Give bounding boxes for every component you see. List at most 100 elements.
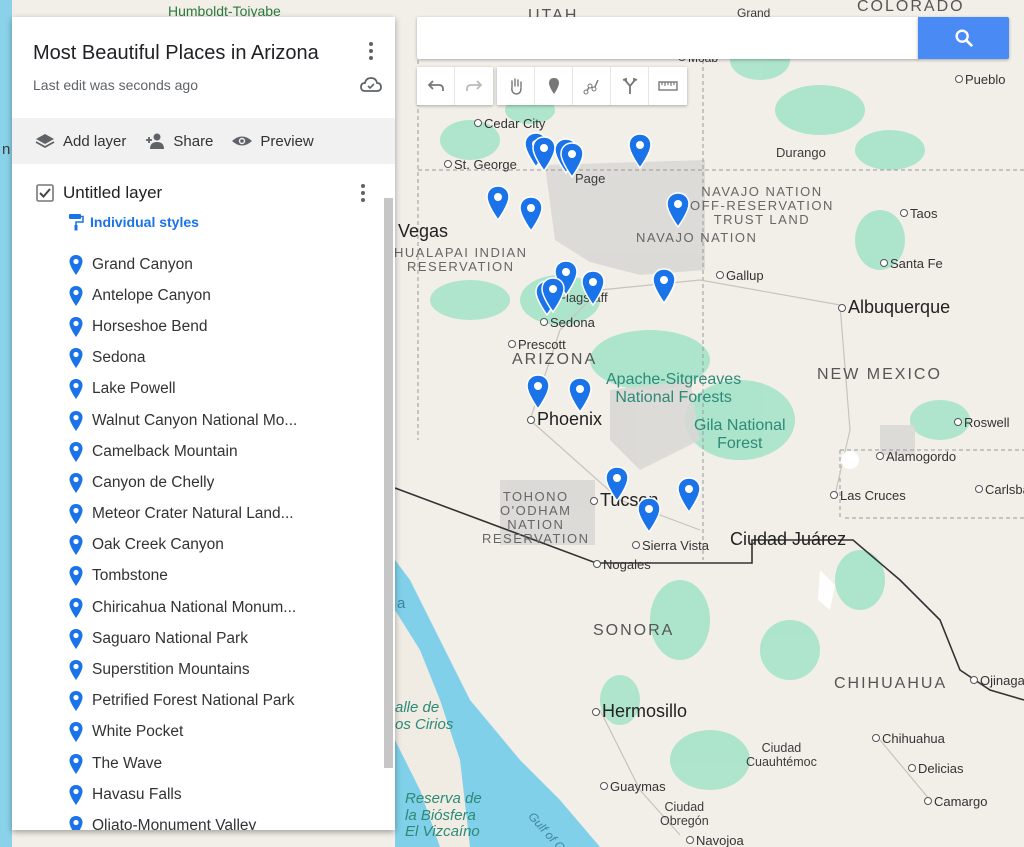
search-input[interactable] bbox=[417, 17, 919, 59]
place-name: Grand Canyon bbox=[92, 255, 193, 273]
undo-icon bbox=[427, 80, 444, 91]
place-name: Sedona bbox=[92, 349, 146, 367]
map-marker-pin[interactable] bbox=[525, 374, 551, 410]
map-marker-pin[interactable] bbox=[567, 377, 593, 413]
map-label-arizona: ARIZONA bbox=[512, 351, 598, 368]
map-label-navojoa: Navojoa bbox=[686, 834, 744, 847]
add-person-icon bbox=[146, 133, 165, 149]
directions-button[interactable] bbox=[611, 67, 649, 105]
map-label-st-george: St. George bbox=[444, 158, 517, 171]
place-list-item[interactable]: White Pocket bbox=[12, 717, 382, 748]
place-list-item[interactable]: Canyon de Chelly bbox=[12, 467, 382, 498]
map-marker-pin[interactable] bbox=[485, 185, 511, 221]
place-name: Lake Powell bbox=[92, 380, 176, 398]
marker-icon bbox=[68, 597, 92, 619]
place-list-item[interactable]: Antelope Canyon bbox=[12, 280, 382, 311]
map-marker-pin[interactable] bbox=[636, 497, 662, 533]
place-list-item[interactable]: Walnut Canyon National Mo... bbox=[12, 405, 382, 436]
edit-status: Last edit was seconds ago bbox=[33, 77, 198, 93]
preview-label: Preview bbox=[260, 132, 314, 150]
map-label-sonora: SONORA bbox=[593, 622, 675, 639]
map-marker-pin[interactable] bbox=[559, 142, 585, 178]
share-button[interactable]: Share bbox=[144, 132, 213, 150]
add-marker-button[interactable] bbox=[535, 67, 573, 105]
undo-button[interactable] bbox=[417, 67, 455, 105]
map-label-tohono: TOHONO O'ODHAM NATION RESERVATION bbox=[482, 489, 590, 547]
add-layer-button[interactable]: Add layer bbox=[34, 132, 126, 150]
redo-button[interactable] bbox=[455, 67, 493, 105]
map-label-roswell: Roswell bbox=[954, 416, 1010, 429]
redo-icon bbox=[466, 80, 483, 91]
map-label-camargo: Camargo bbox=[924, 795, 987, 808]
layer-style-button[interactable]: Individual styles bbox=[68, 213, 199, 231]
place-list-item[interactable]: Horseshoe Bend bbox=[12, 311, 382, 342]
place-list-item[interactable]: Havasu Falls bbox=[12, 779, 382, 810]
marker-icon bbox=[68, 316, 92, 338]
map-label-sierra-vista: Sierra Vista bbox=[632, 539, 709, 552]
place-list-item[interactable]: Saguaro National Park bbox=[12, 623, 382, 654]
layer-style-label: Individual styles bbox=[90, 214, 199, 230]
map-marker-pin[interactable] bbox=[518, 196, 544, 232]
marker-icon bbox=[68, 410, 92, 432]
place-list-item[interactable]: Petrified Forest National Park bbox=[12, 686, 382, 717]
map-label-reserva-vizcaino: Reserva de la Biósfera El Vizcaíno bbox=[405, 790, 482, 840]
layer-visibility-checkbox[interactable] bbox=[36, 184, 54, 202]
place-name: Antelope Canyon bbox=[92, 286, 211, 304]
map-marker-pin[interactable] bbox=[580, 270, 606, 306]
map-legend-panel: Most Beautiful Places in Arizona Last ed… bbox=[12, 17, 395, 830]
marker-icon bbox=[68, 503, 92, 525]
map-label-edge-a: a bbox=[397, 595, 406, 612]
layer-name[interactable]: Untitled layer bbox=[63, 183, 162, 203]
map-label-sedona: Sedona bbox=[540, 316, 595, 329]
place-list-item[interactable]: The Wave bbox=[12, 748, 382, 779]
place-list-item[interactable]: Sedona bbox=[12, 343, 382, 374]
panel-scrollbar[interactable] bbox=[384, 198, 393, 768]
place-name: White Pocket bbox=[92, 723, 184, 741]
place-list-item[interactable]: Meteor Crater Natural Land... bbox=[12, 499, 382, 530]
map-label-chihuahua-city: Chihuahua bbox=[872, 732, 945, 745]
map-label-vegas: Vegas bbox=[398, 221, 449, 241]
place-name: Oljato-Monument Valley bbox=[92, 816, 257, 830]
layer-options-button[interactable] bbox=[355, 181, 371, 205]
place-list-item[interactable]: Grand Canyon bbox=[12, 249, 382, 280]
map-label-gila: Gila National Forest bbox=[694, 417, 786, 452]
measure-button[interactable] bbox=[649, 67, 687, 105]
place-list-item[interactable]: Chiricahua National Monum... bbox=[12, 592, 382, 623]
place-list-item[interactable]: Oljato-Monument Valley bbox=[12, 810, 382, 830]
map-marker-pin[interactable] bbox=[676, 477, 702, 513]
place-name: Camelback Mountain bbox=[92, 442, 238, 460]
map-marker-pin[interactable] bbox=[665, 192, 691, 228]
map-marker-pin[interactable] bbox=[627, 133, 653, 169]
pan-hand-icon bbox=[510, 78, 522, 95]
marker-icon bbox=[68, 472, 92, 494]
map-label-new-mexico: NEW MEXICO bbox=[817, 366, 942, 383]
map-label-pueblo: Pueblo bbox=[955, 73, 1005, 86]
more-vert-icon bbox=[361, 184, 365, 188]
pan-tool-button[interactable] bbox=[497, 67, 535, 105]
draw-line-icon bbox=[583, 79, 599, 95]
map-marker-pin[interactable] bbox=[604, 466, 630, 502]
map-label-apache-sitgreaves: Apache-Sitgreaves National Forests bbox=[606, 371, 742, 406]
map-marker-pin[interactable] bbox=[540, 277, 566, 313]
map-title[interactable]: Most Beautiful Places in Arizona bbox=[33, 42, 319, 65]
map-label-hualapai: HUALAPAI INDIAN RESERVATION bbox=[394, 245, 528, 275]
place-list-item[interactable]: Camelback Mountain bbox=[12, 436, 382, 467]
preview-button[interactable]: Preview bbox=[231, 132, 314, 150]
map-label-nogales: Nogales bbox=[593, 558, 651, 571]
place-name: Tombstone bbox=[92, 567, 168, 585]
map-label-santa-fe: Santa Fe bbox=[880, 257, 943, 270]
marker-icon bbox=[68, 565, 92, 587]
place-list-item[interactable]: Lake Powell bbox=[12, 374, 382, 405]
place-list-item[interactable]: Oak Creek Canyon bbox=[12, 530, 382, 561]
cloud-saved-icon bbox=[360, 77, 382, 92]
search-icon bbox=[954, 29, 973, 47]
place-name: Petrified Forest National Park bbox=[92, 692, 295, 710]
search-button[interactable] bbox=[918, 17, 1009, 59]
place-list-item[interactable]: Superstition Mountains bbox=[12, 654, 382, 685]
panel-header: Most Beautiful Places in Arizona Last ed… bbox=[12, 17, 395, 118]
map-options-button[interactable] bbox=[361, 39, 381, 63]
place-list-item[interactable]: Tombstone bbox=[12, 561, 382, 592]
measure-ruler-icon bbox=[658, 81, 678, 91]
draw-line-button[interactable] bbox=[573, 67, 611, 105]
map-marker-pin[interactable] bbox=[651, 268, 677, 304]
